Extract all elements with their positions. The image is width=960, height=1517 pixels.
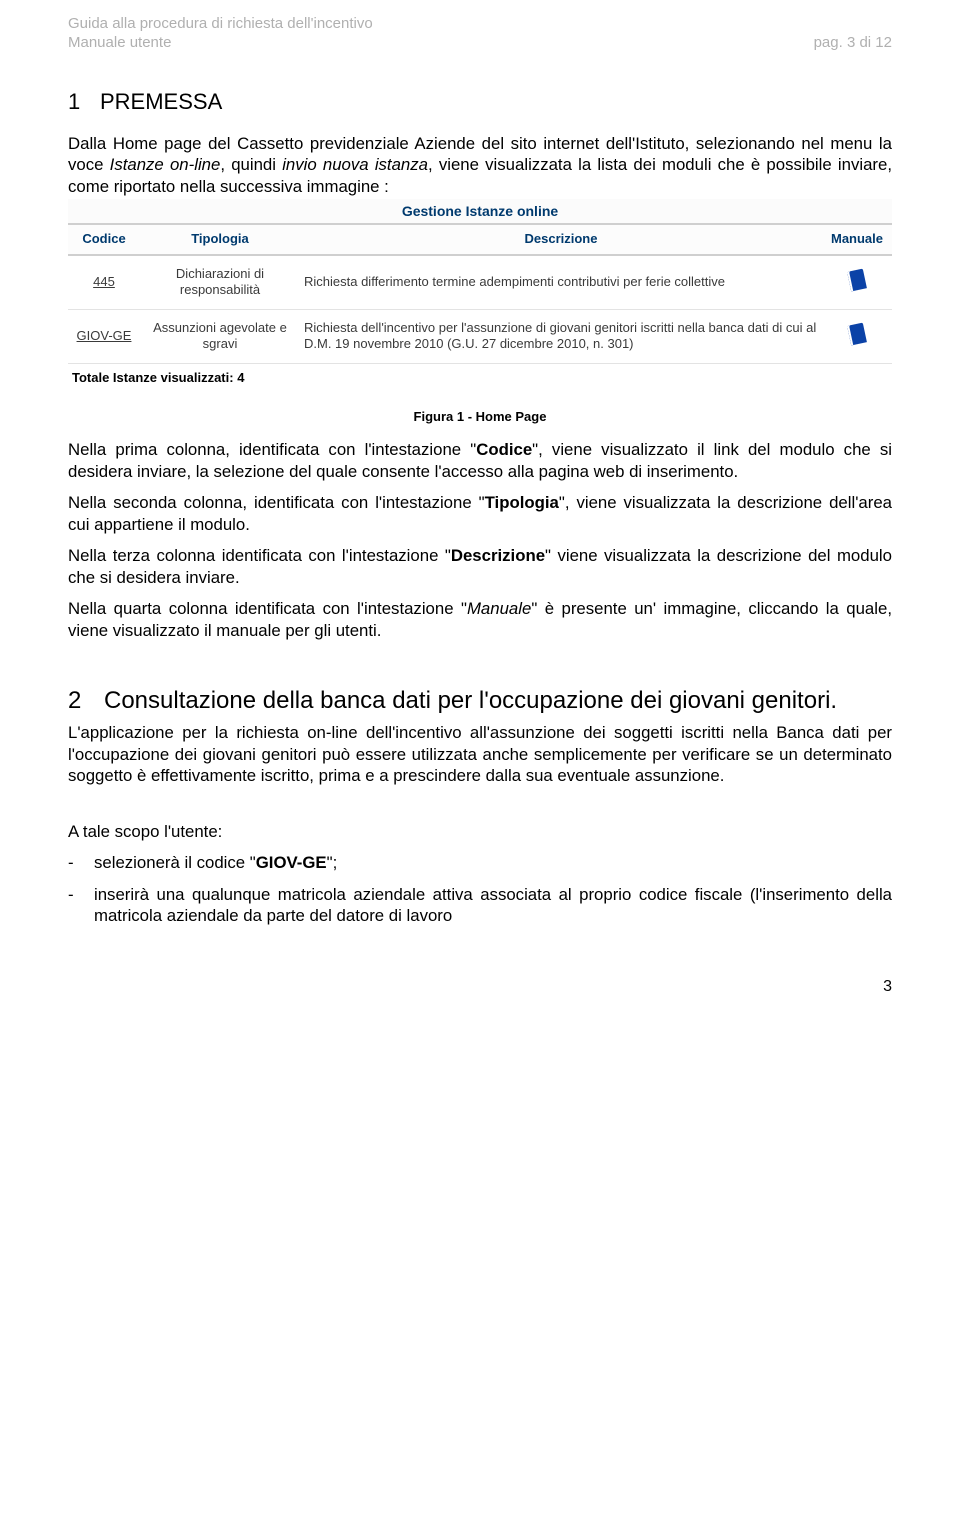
body-paragraph: Nella seconda colonna, identificata con … — [68, 492, 892, 535]
section-number: 2 — [68, 687, 104, 716]
section-heading: 1 PREMESSA — [68, 88, 892, 116]
header-title: Guida alla procedura di richiesta dell'i… — [68, 14, 892, 33]
descrizione-cell: Richiesta differimento termine adempimen… — [300, 255, 822, 310]
descrizione-cell: Richiesta dell'incentivo per l'assunzion… — [300, 309, 822, 363]
tipologia-cell: Dichiarazioni di responsabilità — [140, 255, 300, 310]
sub-heading: A tale scopo l'utente: — [68, 821, 892, 843]
panel-title: Gestione Istanze online — [68, 199, 892, 224]
embedded-screenshot: Gestione Istanze online Codice Tipologia… — [68, 199, 892, 393]
document-header: Guida alla procedura di richiesta dell'i… — [68, 14, 892, 52]
manual-icon[interactable] — [847, 268, 867, 291]
istanze-table: Codice Tipologia Descrizione Manuale 445… — [68, 224, 892, 364]
body-paragraph: Nella prima colonna, identificata con l'… — [68, 439, 892, 482]
page-number: 3 — [68, 977, 892, 997]
col-tipologia: Tipologia — [140, 224, 300, 254]
table-header-row: Codice Tipologia Descrizione Manuale — [68, 224, 892, 254]
header-subtitle: Manuale utente — [68, 33, 171, 52]
body-paragraph: Nella quarta colonna identificata con l'… — [68, 598, 892, 641]
dash-bullet: - — [68, 884, 94, 927]
col-codice: Codice — [68, 224, 140, 254]
dash-bullet: - — [68, 852, 94, 874]
list-item: - selezionerà il codice "GIOV-GE"; — [68, 852, 892, 874]
section-title-text: Consultazione della banca dati per l'occ… — [104, 687, 837, 716]
header-page-indicator: pag. 3 di 12 — [814, 33, 892, 52]
col-manuale: Manuale — [822, 224, 892, 254]
section-heading: 2 Consultazione della banca dati per l'o… — [68, 687, 892, 716]
manual-icon[interactable] — [847, 323, 867, 346]
codice-link[interactable]: 445 — [68, 255, 140, 310]
dash-list: - selezionerà il codice "GIOV-GE"; - ins… — [68, 852, 892, 927]
body-paragraph: L'applicazione per la richiesta on-line … — [68, 722, 892, 787]
figure-caption: Figura 1 - Home Page — [68, 409, 892, 426]
table-row: 445 Dichiarazioni di responsabilità Rich… — [68, 255, 892, 310]
section-number: 1 — [68, 88, 100, 116]
codice-link[interactable]: GIOV-GE — [68, 309, 140, 363]
section-title-text: PREMESSA — [100, 88, 222, 116]
totale-istanze: Totale Istanze visualizzati: 4 — [68, 364, 892, 393]
intro-paragraph: Dalla Home page del Cassetto previdenzia… — [68, 133, 892, 198]
table-row: GIOV-GE Assunzioni agevolate e sgravi Ri… — [68, 309, 892, 363]
tipologia-cell: Assunzioni agevolate e sgravi — [140, 309, 300, 363]
col-descrizione: Descrizione — [300, 224, 822, 254]
body-paragraph: Nella terza colonna identificata con l'i… — [68, 545, 892, 588]
list-item: - inserirà una qualunque matricola azien… — [68, 884, 892, 927]
